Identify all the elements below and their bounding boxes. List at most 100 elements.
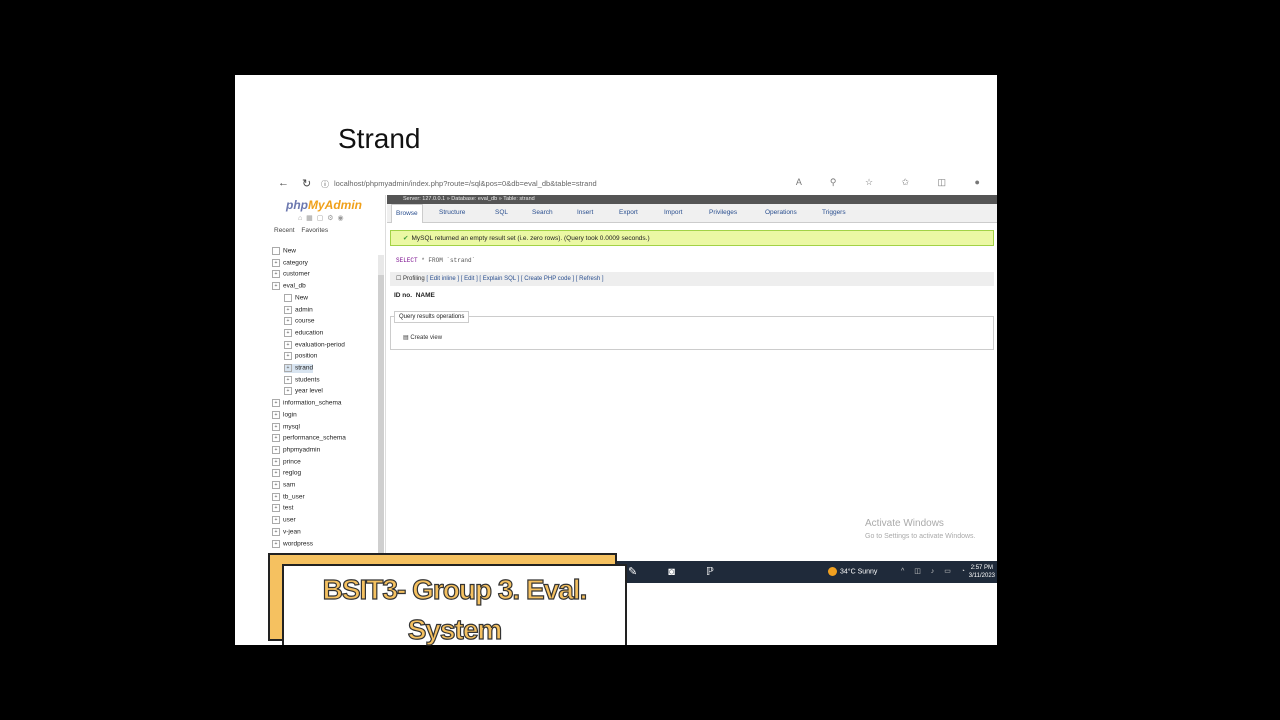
back-icon[interactable]: ← xyxy=(278,177,289,189)
sql-query-display: SELECT * FROM `strand` xyxy=(390,250,994,272)
tree-item[interactable]: + tb_user xyxy=(272,492,305,502)
browser-tools-icons[interactable]: A ⚲ ☆ ✩ ◫ ● xyxy=(796,177,993,188)
expand-icon[interactable]: + xyxy=(272,270,280,279)
taskbar-clock[interactable]: 2:57 PM 3/11/2023 xyxy=(969,564,995,580)
tree-item[interactable]: + sam xyxy=(272,481,295,490)
tree-item[interactable]: + performance_schema xyxy=(272,434,346,443)
expand-icon[interactable]: + xyxy=(284,352,292,361)
tab-recent[interactable]: Recent xyxy=(274,227,295,234)
tree-item-label: eval_db xyxy=(283,282,306,290)
expand-icon[interactable] xyxy=(284,293,292,302)
tree-item[interactable]: + evaluation-period xyxy=(284,340,345,350)
column-id[interactable]: ID no. xyxy=(394,292,412,299)
expand-icon[interactable]: + xyxy=(272,539,280,548)
column-name[interactable]: NAME xyxy=(416,292,435,299)
tree-item[interactable]: New xyxy=(272,247,296,256)
expand-icon[interactable]: + xyxy=(272,504,280,513)
tree-item-label: education xyxy=(295,329,324,337)
tab-privileges[interactable]: Privileges xyxy=(709,204,737,222)
expand-icon[interactable]: + xyxy=(272,410,280,419)
nav-scrollbar[interactable] xyxy=(378,255,384,583)
tree-item[interactable]: + reglog xyxy=(272,469,301,478)
tab-structure[interactable]: Structure xyxy=(439,204,465,222)
profiling-checkbox[interactable]: ☐ xyxy=(396,276,403,282)
tree-item-label: information_schema xyxy=(283,399,342,407)
tab-sql[interactable]: SQL xyxy=(495,204,508,222)
tab-browse[interactable]: Browse xyxy=(391,204,423,223)
create-view-link[interactable]: ▤ Create view xyxy=(403,334,442,341)
tree-item-label: login xyxy=(283,411,297,419)
tree-item-label: New xyxy=(283,247,297,255)
expand-icon[interactable]: + xyxy=(272,399,280,408)
pma-main-panel: Server: 127.0.0.1 » Database: eval_db » … xyxy=(387,195,997,583)
expand-icon[interactable]: + xyxy=(272,434,280,443)
query-action-links[interactable]: [ Edit inline ] [ Edit ] [ Explain SQL ]… xyxy=(426,276,603,282)
info-icon[interactable]: ⓘ xyxy=(321,179,329,190)
expand-icon[interactable]: + xyxy=(272,445,280,454)
tree-item-label: performance_schema xyxy=(283,434,346,442)
tree-item[interactable]: + wordpress xyxy=(272,539,313,549)
expand-icon[interactable]: + xyxy=(284,375,292,384)
sun-icon xyxy=(828,567,837,576)
expand-icon[interactable]: + xyxy=(284,387,292,396)
expand-icon[interactable]: + xyxy=(272,481,280,489)
taskbar-app-icons[interactable]: ✎ ◙ ℙ xyxy=(628,565,728,578)
expand-icon[interactable]: + xyxy=(272,422,280,431)
tree-item-label: prince xyxy=(283,458,301,466)
tree-item[interactable]: + education xyxy=(284,328,324,338)
tree-item[interactable]: + login xyxy=(272,410,297,420)
tree-item[interactable]: New xyxy=(284,293,308,303)
tree-item[interactable]: + phpmyadmin xyxy=(272,445,320,455)
tree-item[interactable]: + admin xyxy=(284,305,313,315)
expand-icon[interactable]: + xyxy=(272,469,280,478)
tree-item[interactable]: + v-jean xyxy=(272,527,301,537)
tree-item[interactable]: + prince xyxy=(272,457,301,467)
tree-item-label: v-jean xyxy=(283,528,301,536)
tree-item[interactable]: + category xyxy=(272,258,308,268)
expand-icon[interactable]: + xyxy=(272,282,280,291)
tree-item[interactable]: + year level xyxy=(284,387,323,396)
success-message: ✔ MySQL returned an empty result set (i.e… xyxy=(390,230,994,246)
check-icon: ✔ xyxy=(403,235,409,242)
tab-insert[interactable]: Insert xyxy=(577,204,593,222)
tab-operations[interactable]: Operations xyxy=(765,204,797,222)
tab-triggers[interactable]: Triggers xyxy=(822,204,846,222)
expand-icon[interactable]: + xyxy=(284,328,292,337)
tree-item[interactable]: + user xyxy=(272,516,296,525)
expand-icon[interactable] xyxy=(272,247,280,255)
expand-icon[interactable]: + xyxy=(284,364,292,372)
system-tray-icons[interactable]: ^ ◫ ♪ ▭ ◔ xyxy=(901,567,969,575)
tree-item-label: user xyxy=(283,516,296,524)
tab-favorites[interactable]: Favorites xyxy=(301,227,328,234)
expand-icon[interactable]: + xyxy=(284,317,292,326)
expand-icon[interactable]: + xyxy=(284,340,292,349)
nav-toolbar-icons[interactable]: ⌂ ▦ ▢ ⚙ ◉ xyxy=(298,214,345,222)
url-input[interactable]: localhost/phpmyadmin/index.php?route=/sq… xyxy=(334,179,597,188)
activate-windows-watermark: Activate Windows Go to Settings to activ… xyxy=(865,518,976,540)
tree-item-label: position xyxy=(295,353,318,361)
weather-widget[interactable]: 34°C Sunny xyxy=(828,567,877,576)
expand-icon[interactable]: + xyxy=(272,492,280,501)
tree-item[interactable]: + test xyxy=(272,504,293,513)
tree-item-label: sam xyxy=(283,481,296,489)
tree-item-label: wordpress xyxy=(283,540,313,548)
reload-icon[interactable]: ↻ xyxy=(302,177,311,190)
tree-item[interactable]: + students xyxy=(284,375,320,385)
expand-icon[interactable]: + xyxy=(272,516,280,525)
expand-icon[interactable]: + xyxy=(272,258,280,267)
tree-item[interactable]: + customer xyxy=(272,270,310,279)
tab-import[interactable]: Import xyxy=(664,204,682,222)
tree-item[interactable]: + strand xyxy=(284,364,314,373)
tab-export[interactable]: Export xyxy=(619,204,638,222)
tree-item[interactable]: + mysql xyxy=(272,422,300,432)
breadcrumb[interactable]: Server: 127.0.0.1 » Database: eval_db » … xyxy=(387,195,997,204)
tree-item[interactable]: + course xyxy=(284,317,315,326)
tree-item[interactable]: + position xyxy=(284,352,317,361)
tree-item[interactable]: + information_schema xyxy=(272,399,342,408)
tab-search[interactable]: Search xyxy=(532,204,553,222)
tree-item[interactable]: + eval_db xyxy=(272,282,306,291)
expand-icon[interactable]: + xyxy=(272,457,280,466)
expand-icon[interactable]: + xyxy=(284,305,292,314)
phpmyadmin-logo[interactable]: phpMyAdmin xyxy=(286,198,362,212)
expand-icon[interactable]: + xyxy=(272,527,280,536)
